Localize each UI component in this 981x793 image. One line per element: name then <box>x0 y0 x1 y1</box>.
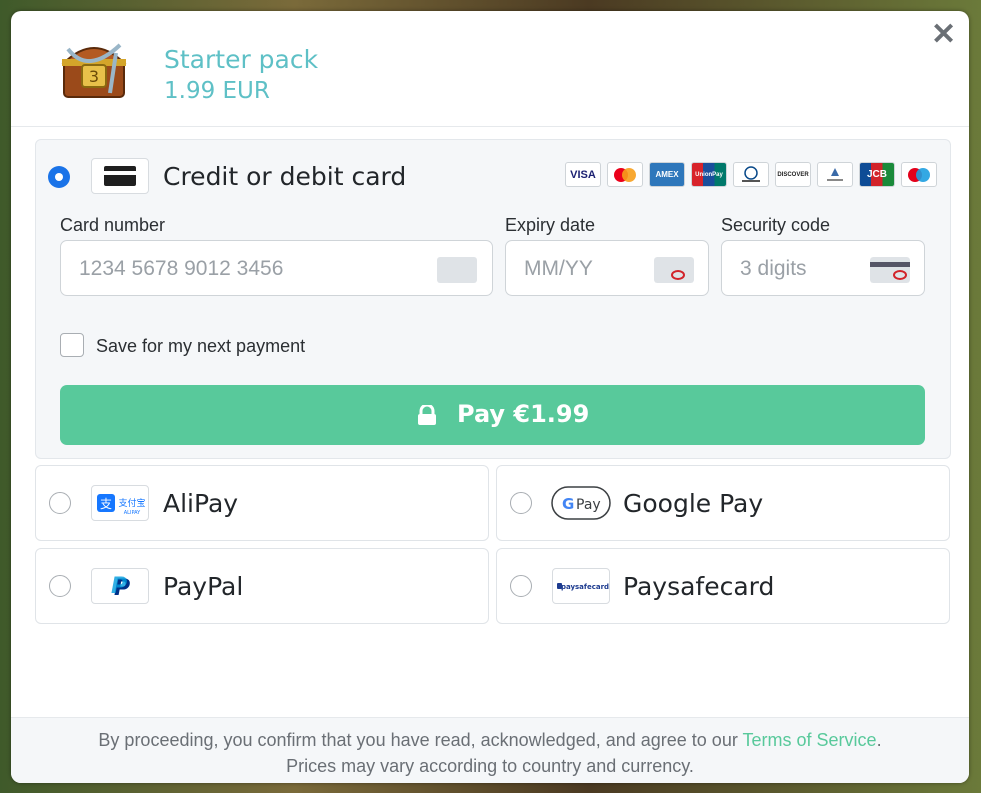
pay-button-label: Pay €1.99 <box>457 400 590 428</box>
paypal-option[interactable]: P P PayPal <box>35 548 489 624</box>
maestro-logo-icon <box>901 162 937 187</box>
card-payment-panel: Credit or debit card VISA AMEX UnionPay … <box>35 139 951 459</box>
discover-logo-icon: DISCOVER <box>775 162 811 187</box>
googlepay-option[interactable]: G Pay Google Pay <box>496 465 950 541</box>
paypal-radio[interactable] <box>49 575 71 597</box>
legal-line-2: Prices may vary according to country and… <box>286 756 694 776</box>
product-price: 1.99 EUR <box>164 78 270 104</box>
svg-text:P: P <box>111 574 127 599</box>
paypal-logo-icon: P P <box>91 568 149 604</box>
payment-modal: ✕ 3 Starter pack 1.99 EUR Credit or debi… <box>11 11 969 783</box>
card-method-label: Credit or debit card <box>163 162 407 191</box>
svg-text:G: G <box>562 495 574 513</box>
security-code-placeholder: 3 digits <box>740 257 807 280</box>
card-number-placeholder: 1234 5678 9012 3456 <box>79 257 284 280</box>
card-radio[interactable] <box>48 166 70 188</box>
card-generic-icon <box>437 257 477 283</box>
legal-line-1: By proceeding, you confirm that you have… <box>11 718 969 753</box>
security-code-input[interactable]: 3 digits <box>721 240 925 296</box>
expiry-label: Expiry date <box>505 215 596 235</box>
alipay-label: AliPay <box>163 489 239 518</box>
amex-logo-icon: AMEX <box>649 162 685 187</box>
security-code-label: Security code <box>721 215 831 235</box>
google-pay-logo-icon: G Pay <box>551 486 611 520</box>
card-number-label: Card number <box>60 215 166 235</box>
paysafecard-logo-icon: paysafecard <box>552 568 610 604</box>
card-number-input[interactable]: 1234 5678 9012 3456 <box>60 240 493 296</box>
pay-button[interactable]: Pay €1.99 <box>60 385 925 445</box>
paysafecard-radio[interactable] <box>510 575 532 597</box>
jcb-logo-icon: JCB <box>859 162 895 187</box>
paysafecard-option[interactable]: paysafecard Paysafecard <box>496 548 950 624</box>
alipay-option[interactable]: 支 支付宝 ALIPAY AliPay <box>35 465 489 541</box>
credit-card-icon <box>91 158 149 194</box>
paypal-label: PayPal <box>163 572 244 601</box>
product-header: 3 Starter pack 1.99 EUR <box>11 11 969 127</box>
svg-text:paysafecard: paysafecard <box>561 583 609 591</box>
legal-text-prefix: By proceeding, you confirm that you have… <box>98 730 743 750</box>
unionpay-logo-icon: UnionPay <box>691 162 727 187</box>
expiry-input[interactable]: MM/YY <box>505 240 709 296</box>
treasure-chest-icon: 3 <box>61 43 127 98</box>
svg-text:支: 支 <box>100 497 112 511</box>
diners-club-logo-icon <box>733 162 769 187</box>
expiry-placeholder: MM/YY <box>524 257 593 280</box>
alipay-radio[interactable] <box>49 492 71 514</box>
legal-footer: By proceeding, you confirm that you have… <box>11 717 969 783</box>
iprocard-logo-icon <box>817 162 853 187</box>
card-cvc-icon <box>870 257 910 283</box>
save-payment-checkbox[interactable] <box>60 333 84 357</box>
svg-text:3: 3 <box>89 67 99 86</box>
svg-text:支付宝: 支付宝 <box>118 497 145 509</box>
mastercard-logo-icon <box>607 162 643 187</box>
svg-text:Pay: Pay <box>576 497 601 513</box>
visa-logo-icon: VISA <box>565 162 601 187</box>
lock-icon <box>418 405 436 425</box>
alipay-logo-icon: 支 支付宝 ALIPAY <box>91 485 149 521</box>
googlepay-label: Google Pay <box>623 489 764 518</box>
save-payment-label: Save for my next payment <box>96 336 306 356</box>
product-title: Starter pack <box>164 45 319 74</box>
terms-of-service-link[interactable]: Terms of Service <box>743 730 877 750</box>
paysafecard-label: Paysafecard <box>623 572 775 601</box>
card-brand-logos: VISA AMEX UnionPay DISCOVER JCB <box>565 162 937 188</box>
card-expiry-icon <box>654 257 694 283</box>
svg-text:ALIPAY: ALIPAY <box>124 510 141 516</box>
googlepay-radio[interactable] <box>510 492 532 514</box>
legal-text-suffix: . <box>876 730 882 750</box>
